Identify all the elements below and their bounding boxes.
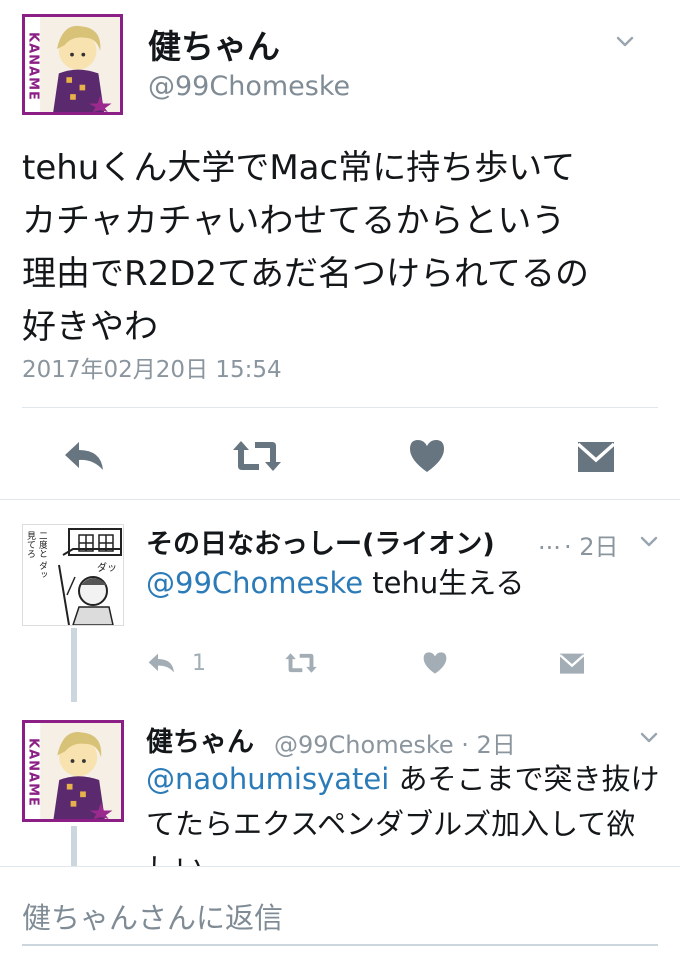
tweet-text-line: tehuくん大学でMac常に持ち歩いて xyxy=(22,148,576,188)
retweet-icon xyxy=(233,441,281,471)
mention-link[interactable]: @naohumisyatei xyxy=(146,762,389,796)
mention-link[interactable]: @99Chomeske xyxy=(146,566,363,600)
retweet-button[interactable] xyxy=(231,434,283,478)
avatar-vertical-label: KANAME xyxy=(25,32,41,101)
reply-icon xyxy=(148,653,174,673)
chevron-down-icon[interactable] xyxy=(638,530,660,552)
heart-icon xyxy=(410,440,444,472)
direct-message-button[interactable] xyxy=(574,434,618,478)
reply-body: tehu生える xyxy=(363,566,525,600)
reply-author-avatar[interactable]: KANAME xyxy=(22,720,124,822)
reply-text: @99Chomeske tehu生える xyxy=(146,561,646,606)
main-tweet-avatar[interactable]: KANAME xyxy=(22,14,123,115)
reply-text-line: @naohumisyatei あそこまで突き抜け xyxy=(146,757,666,802)
reply-time[interactable]: · 2日 xyxy=(564,527,619,562)
reply-text-line: てたらエクスペンダブルズ加入して欲 xyxy=(146,807,636,841)
envelope-icon xyxy=(559,653,585,674)
main-tweet-author-name[interactable]: 健ちゃん xyxy=(148,20,280,68)
divider xyxy=(22,407,658,408)
like-button[interactable] xyxy=(422,648,448,678)
retweet-button[interactable] xyxy=(284,648,318,678)
tweet-text-line: カチャカチャいわせてるからという xyxy=(22,201,566,241)
direct-message-button[interactable] xyxy=(558,648,586,678)
reply-count: 1 xyxy=(192,650,206,676)
reply-input-underline xyxy=(22,944,658,946)
main-tweet-author-handle[interactable]: @99Chomeske xyxy=(148,71,350,102)
heart-icon xyxy=(423,652,447,674)
envelope-icon xyxy=(576,442,616,472)
manga-caption-a: 見てろ xyxy=(25,531,35,558)
main-tweet-text: tehuくん大学でMac常に持ち歩いて カチャカチャいわせてるからという 理由で… xyxy=(22,142,662,354)
reply-button[interactable]: 1 xyxy=(146,648,206,678)
like-button[interactable] xyxy=(405,434,449,478)
reply-handle-time[interactable]: @99Chomeske · 2日 xyxy=(274,725,516,760)
reply-button[interactable] xyxy=(63,434,107,478)
reply-name-ellipsis: ... xyxy=(538,527,561,555)
reply-author-name[interactable]: 健ちゃん xyxy=(146,720,254,759)
divider xyxy=(0,499,680,500)
manga-caption-b: 二度と ダッ xyxy=(37,531,47,579)
main-tweet-timestamp[interactable]: 2017年02月20日 15:54 xyxy=(22,350,282,384)
chevron-down-icon[interactable] xyxy=(638,726,660,748)
reply-author-avatar[interactable]: 見てろ 二度と ダッ ダッ xyxy=(22,524,124,626)
thread-connector xyxy=(71,628,77,702)
reply-icon xyxy=(65,442,103,470)
reply-author-name[interactable]: その日なおっしー(ライオン) xyxy=(146,522,495,561)
tweet-text-line: 理由でR2D2てあだ名つけられてるの xyxy=(22,254,590,294)
manga-sfx: ダッ xyxy=(97,563,117,574)
thread-connector xyxy=(71,826,77,866)
avatar-vertical-label: KANAME xyxy=(25,738,41,807)
chevron-down-icon[interactable] xyxy=(614,30,636,52)
reply-body: あそこまで突き抜け xyxy=(389,762,660,796)
tweet-text-line: 好きやわ xyxy=(22,307,158,347)
retweet-icon xyxy=(285,653,317,673)
reply-input[interactable]: 健ちゃんさんに返信 xyxy=(22,895,283,937)
